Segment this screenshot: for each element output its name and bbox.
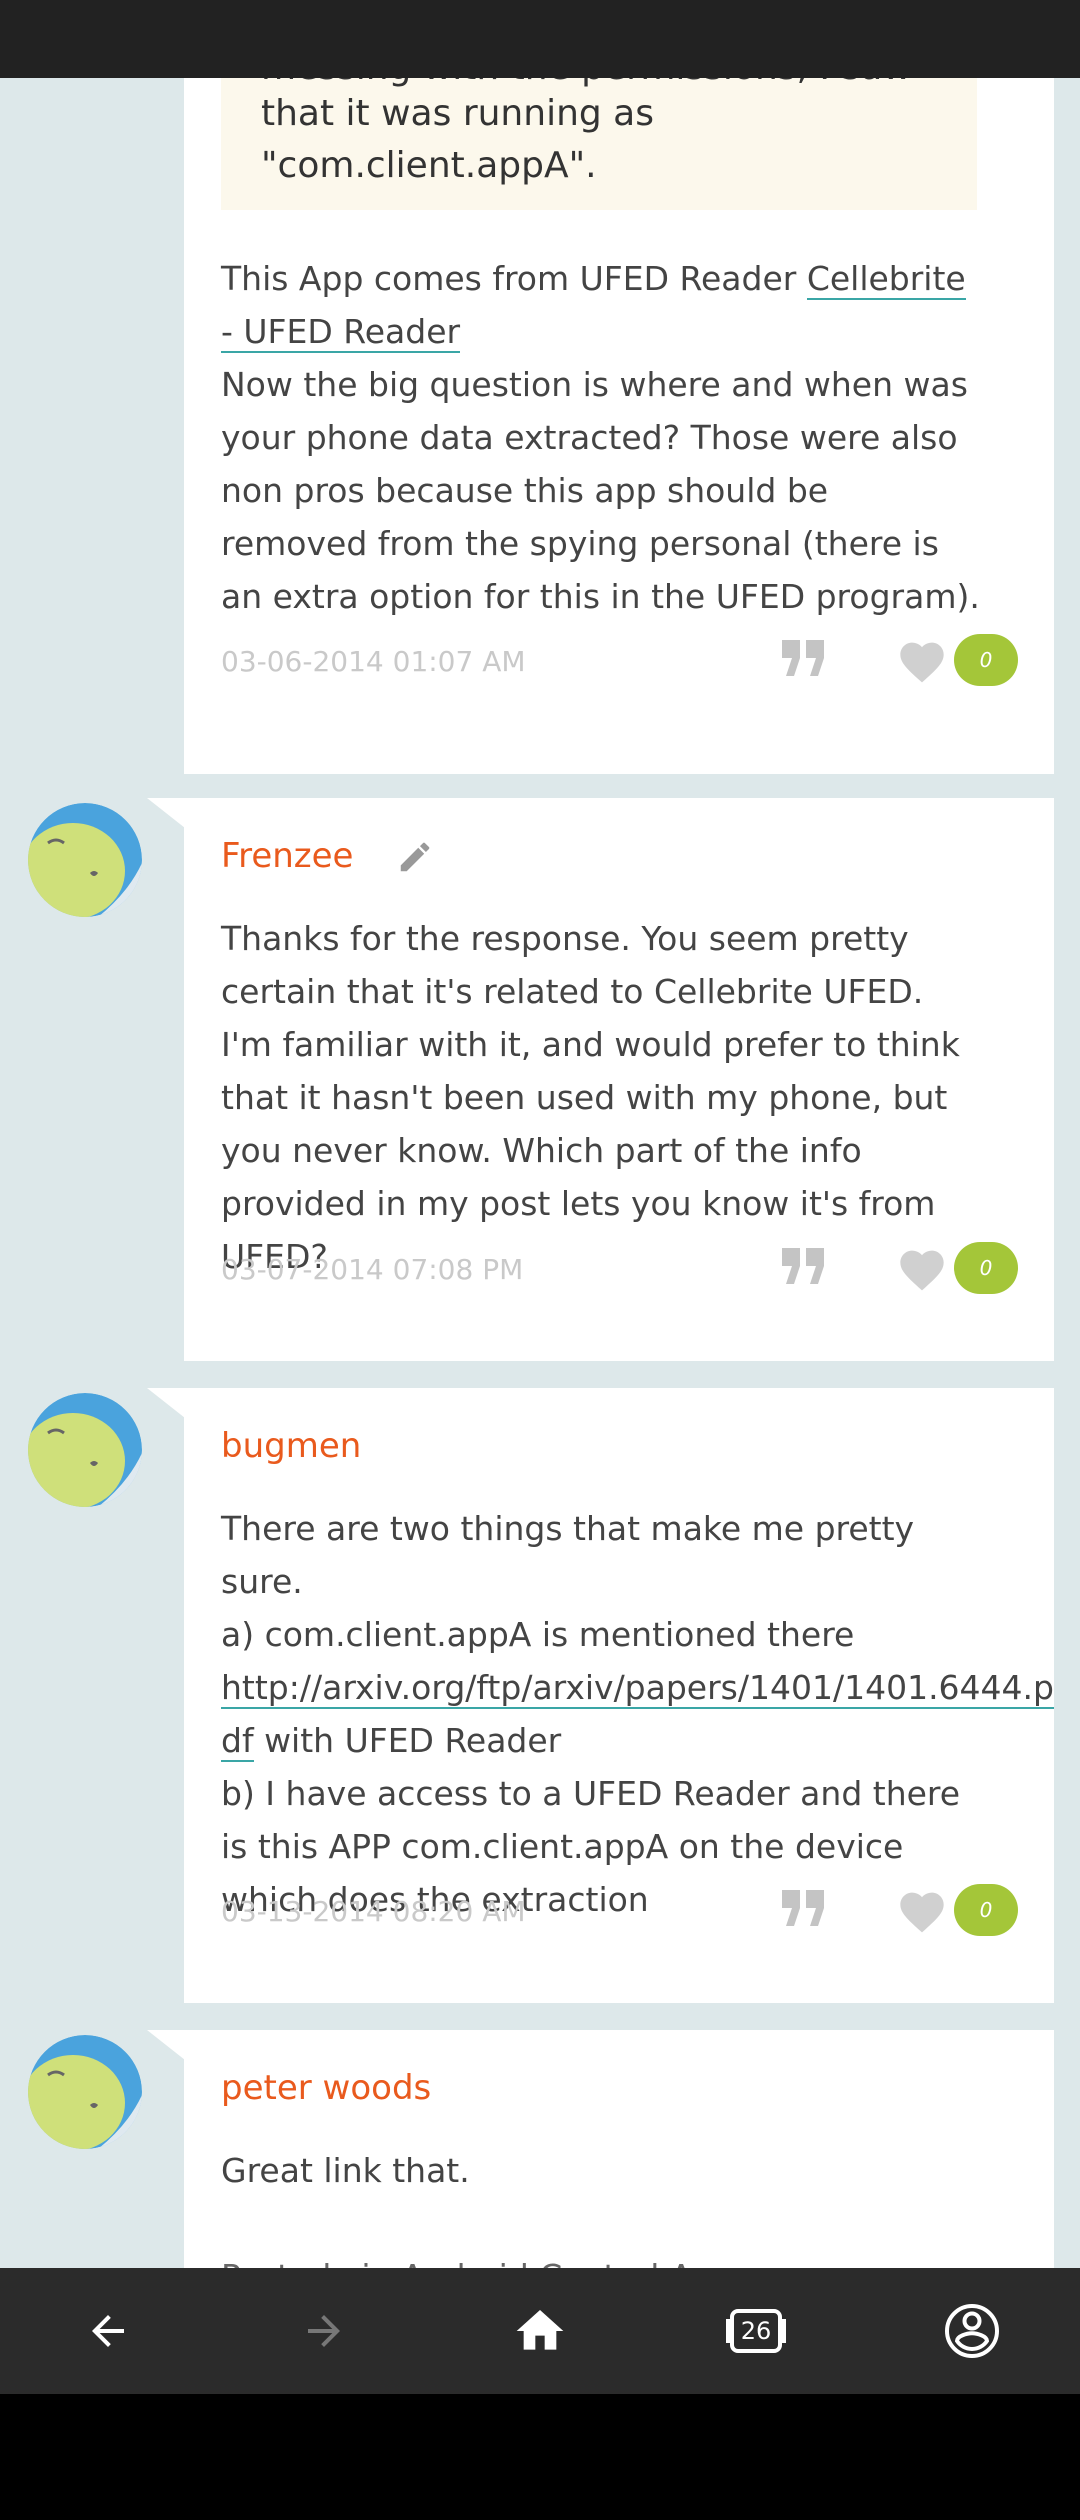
like-count-badge: 0 bbox=[954, 1884, 1018, 1936]
quote-reply-button[interactable] bbox=[782, 1248, 826, 1292]
account-button[interactable] bbox=[932, 2291, 1012, 2371]
post-text: Now the big question is where and when w… bbox=[221, 365, 980, 616]
post-text: with UFED Reader bbox=[253, 1721, 562, 1760]
quote-reply-button[interactable] bbox=[782, 640, 826, 684]
post-body: There are two things that make me pretty… bbox=[221, 1502, 1054, 1926]
arxiv-link[interactable]: http://arxiv.org/ftp/arxiv/papers/1401/1… bbox=[221, 1668, 1054, 1709]
home-icon bbox=[516, 2310, 564, 2350]
post-text: a) com.client.appA is mentioned there bbox=[221, 1615, 855, 1654]
post-author[interactable]: bugmen bbox=[221, 1426, 361, 1466]
heart-icon bbox=[900, 1250, 944, 1291]
post-body: This App comes from UFED Reader Cellebri… bbox=[221, 252, 981, 623]
like-button[interactable] bbox=[896, 1886, 948, 1938]
post-body: Thanks for the response. You seem pretty… bbox=[221, 919, 960, 1276]
post-text: This App comes from UFED Reader bbox=[221, 259, 807, 298]
thread-content[interactable]: messing with the permissions, I saw that… bbox=[0, 78, 1080, 2268]
quote-text: messing with the permissions, I saw bbox=[261, 78, 937, 88]
avatar[interactable] bbox=[28, 803, 142, 917]
card-pointer bbox=[147, 798, 185, 828]
quote-block: messing with the permissions, I saw that… bbox=[221, 78, 977, 210]
post-card: Frenzee Thanks for the response. You see… bbox=[184, 798, 1054, 1361]
like-button[interactable] bbox=[896, 636, 948, 688]
arrow-right-icon bbox=[308, 2315, 340, 2347]
post-date: 03-07-2014 07:08 PM bbox=[221, 1253, 524, 1286]
tabs-count: 26 bbox=[740, 2317, 772, 2345]
system-bar bbox=[0, 2394, 1080, 2520]
quote-icon bbox=[782, 1248, 824, 1284]
post-card: bugmen There are two things that make me… bbox=[184, 1388, 1054, 2003]
forward-button[interactable] bbox=[284, 2291, 364, 2371]
post-text: There are two things that make me pretty… bbox=[221, 1509, 915, 1601]
like-button[interactable] bbox=[896, 1244, 948, 1296]
like-count-badge: 0 bbox=[954, 1242, 1018, 1294]
quote-reply-button[interactable] bbox=[782, 1890, 826, 1934]
arxiv-link-end[interactable]: df bbox=[221, 1721, 254, 1762]
post-date: 03-13-2014 08:20 AM bbox=[221, 1895, 526, 1928]
card-pointer bbox=[147, 1388, 185, 1418]
card-pointer bbox=[147, 2030, 185, 2060]
heart-icon bbox=[900, 642, 944, 683]
tabs-button[interactable]: 26 bbox=[716, 2291, 796, 2371]
pencil-icon bbox=[396, 838, 434, 880]
post-date: 03-06-2014 01:07 AM bbox=[221, 645, 526, 678]
arrow-left-icon bbox=[92, 2315, 124, 2347]
post-author[interactable]: Frenzee bbox=[221, 836, 353, 876]
status-bar bbox=[0, 0, 1080, 78]
avatar[interactable] bbox=[28, 2035, 142, 2149]
avatar[interactable] bbox=[28, 1393, 142, 1507]
post-card: messing with the permissions, I saw that… bbox=[184, 78, 1054, 774]
quote-icon bbox=[782, 640, 824, 676]
bottom-navigation: 26 bbox=[0, 2268, 1080, 2394]
like-count-badge: 0 bbox=[954, 634, 1018, 686]
quote-icon bbox=[782, 1890, 824, 1926]
post-author[interactable]: peter woods bbox=[221, 2068, 431, 2108]
quote-text: that it was running as bbox=[261, 93, 654, 134]
post-body: Great link that. bbox=[221, 2151, 470, 2190]
account-icon bbox=[944, 2303, 1000, 2359]
heart-icon bbox=[900, 1892, 944, 1933]
quote-text: "com.client.appA". bbox=[261, 145, 597, 186]
post-card: peter woods Great link that. Posted via … bbox=[184, 2030, 1054, 2268]
post-signature: Posted via Android Central App bbox=[221, 2250, 981, 2268]
home-button[interactable] bbox=[500, 2291, 580, 2371]
back-button[interactable] bbox=[68, 2291, 148, 2371]
